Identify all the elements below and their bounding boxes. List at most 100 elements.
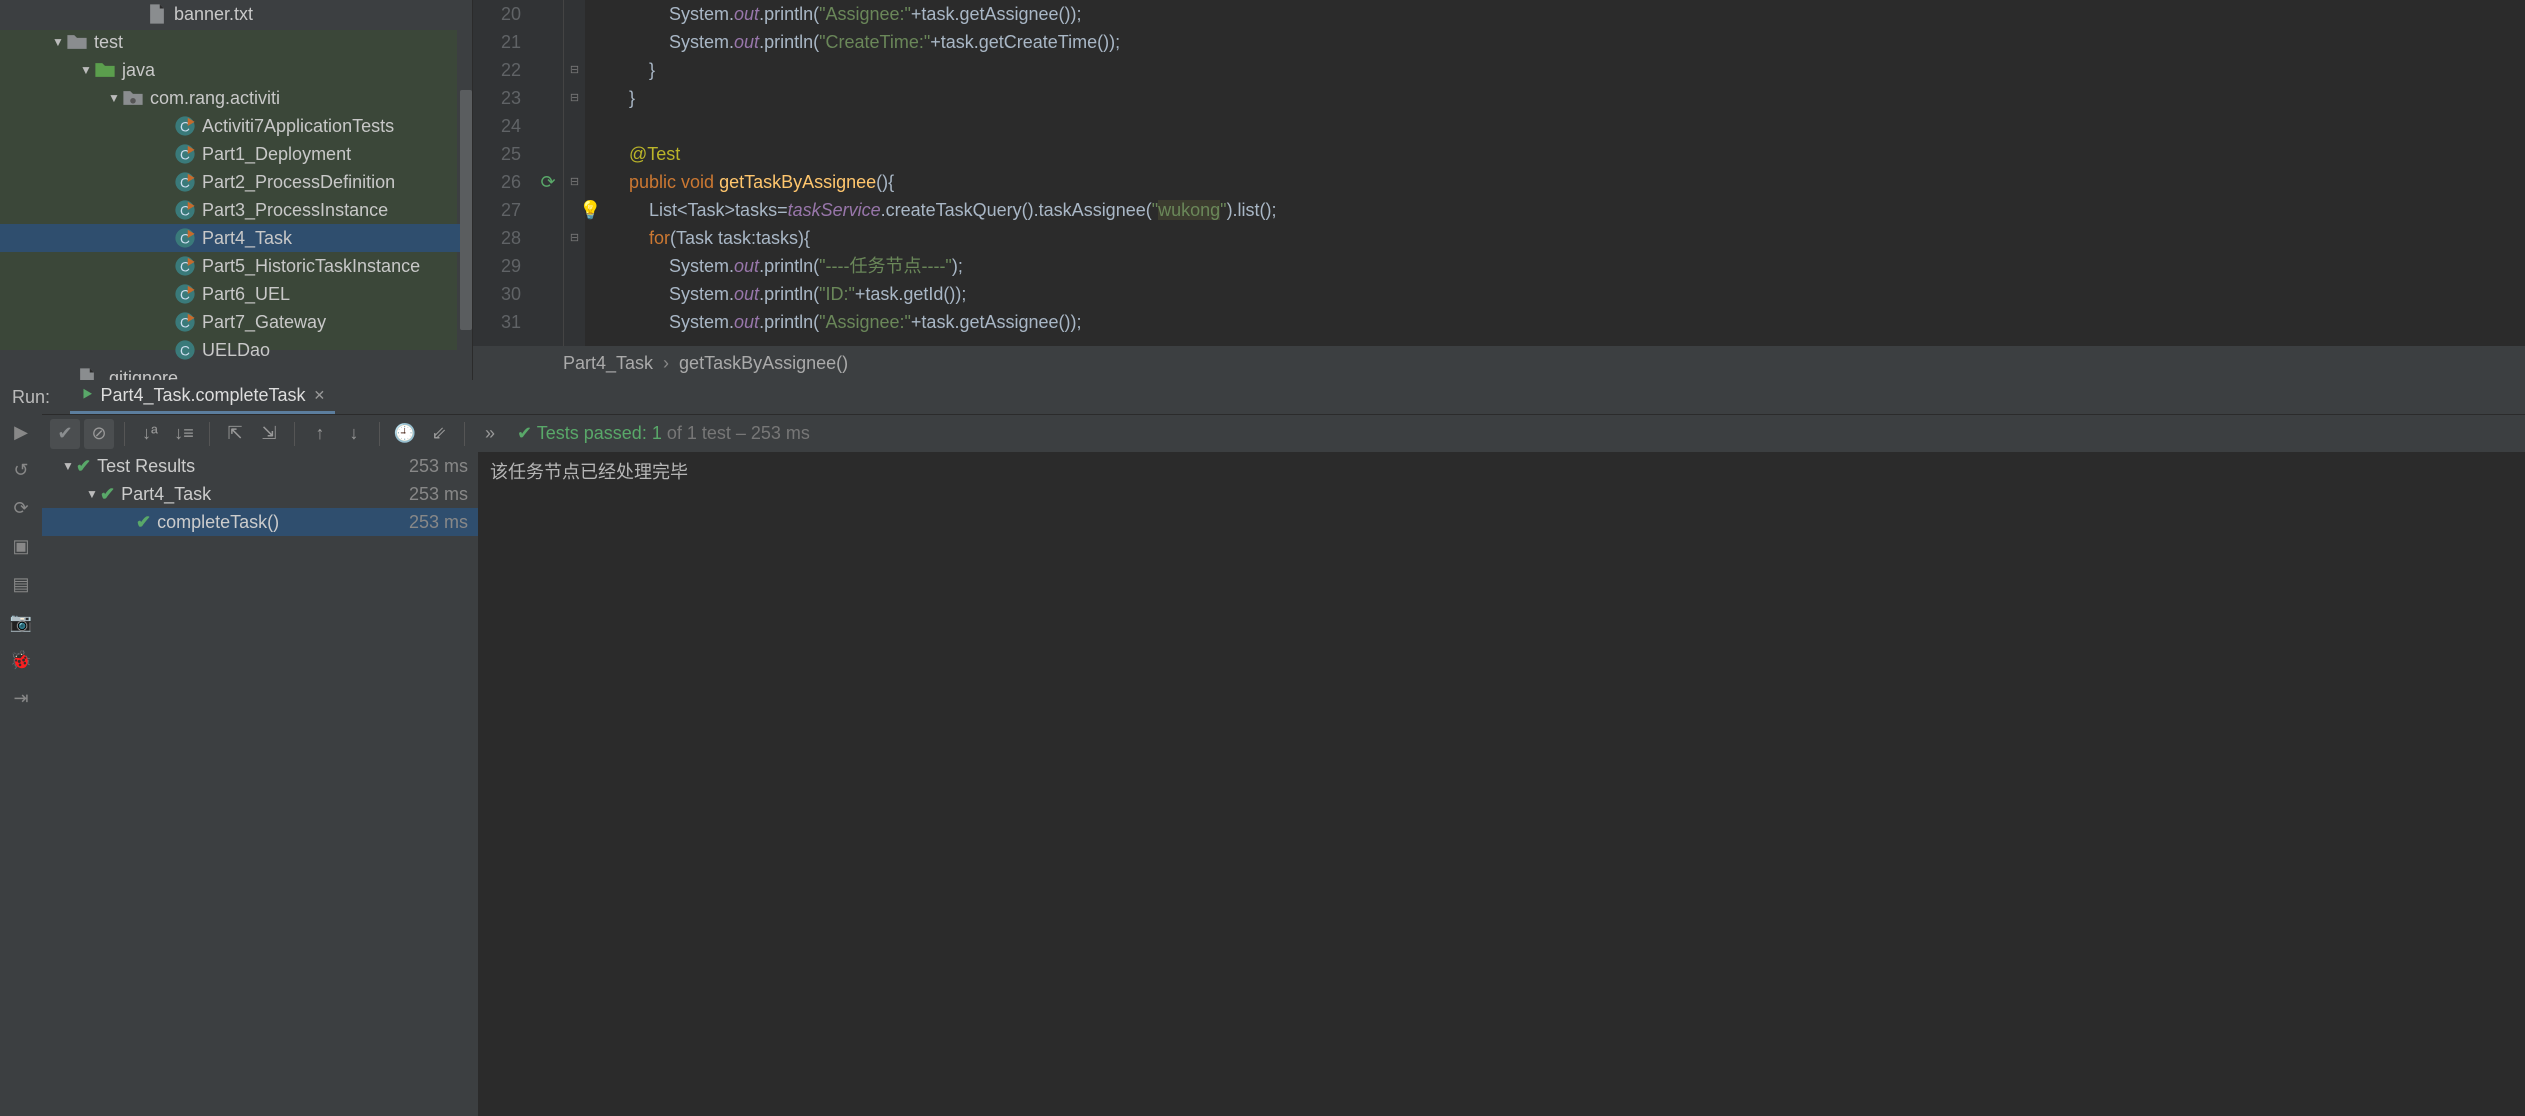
stop-button[interactable]: ▣ xyxy=(7,532,35,560)
breadcrumb-sep: › xyxy=(663,353,669,374)
code-line[interactable]: System.out.println("----任务节点----"); xyxy=(609,252,2525,280)
tree-item-part4-task[interactable]: CPart4_Task xyxy=(0,224,472,252)
expand-arrow-icon[interactable]: ▼ xyxy=(106,91,122,105)
gutter-icons[interactable]: ⟳ xyxy=(533,0,563,346)
tree-item-label: Part5_HistoricTaskInstance xyxy=(202,256,420,277)
class-icon: C xyxy=(174,283,196,305)
tree-item-part5-historictaskinstance[interactable]: CPart5_HistoricTaskInstance xyxy=(0,252,472,280)
expand-arrow-icon[interactable]: ▼ xyxy=(78,63,94,77)
class-icon: C xyxy=(174,143,196,165)
prev-test-button[interactable]: ↑ xyxy=(305,419,335,449)
breadcrumb[interactable]: Part4_Task › getTaskByAssignee() xyxy=(473,346,2525,380)
code-line[interactable]: System.out.println("Assignee:"+task.getA… xyxy=(609,308,2525,336)
code-line[interactable]: } xyxy=(609,56,2525,84)
tree-item-label: com.rang.activiti xyxy=(150,88,280,109)
code-line[interactable]: System.out.println("CreateTime:"+task.ge… xyxy=(609,28,2525,56)
code-line[interactable]: System.out.println("Assignee:"+task.getA… xyxy=(609,0,2525,28)
tree-item-part6-uel[interactable]: C Part6_UEL xyxy=(0,280,472,308)
fold-icon[interactable]: ⊟ xyxy=(570,56,579,84)
run-toolbar: ✔ ⊘ ↓ª ↓≡ ⇱ ⇲ ↑ ↓ 🕘 ⇙ » xyxy=(42,414,2525,452)
code-line[interactable] xyxy=(609,112,2525,140)
dump-button[interactable]: ▤ xyxy=(7,570,35,598)
code-lines[interactable]: System.out.println("Assignee:"+task.getA… xyxy=(585,0,2525,346)
bug-icon[interactable]: 🐞 xyxy=(7,646,35,674)
expand-arrow-icon[interactable]: ▼ xyxy=(84,487,100,501)
fold-icon[interactable]: ⊟ xyxy=(570,168,579,196)
test-node-time: 253 ms xyxy=(409,456,468,477)
divider xyxy=(124,422,125,446)
run-test-gutter-icon[interactable]: ⟳ xyxy=(540,168,555,196)
run-tab-icon: ⯈ xyxy=(80,385,94,406)
test-node-label: completeTask() xyxy=(157,512,409,533)
check-icon: ✔ xyxy=(136,512,151,533)
test-node-completetask-[interactable]: ✔ completeTask()253 ms xyxy=(42,508,478,536)
intention-bulb-icon[interactable]: 💡 xyxy=(579,196,601,224)
tree-item-banner-txt[interactable]: banner.txt xyxy=(0,0,472,28)
code-line[interactable]: @Test xyxy=(609,140,2525,168)
collapse-all-button[interactable]: ⇲ xyxy=(254,419,284,449)
exit-icon[interactable]: ⇥ xyxy=(7,684,35,712)
console-output[interactable]: 该任务节点已经处理完毕 xyxy=(478,452,2525,1116)
project-tree[interactable]: banner.txt▼test▼java▼com.rang.activitiCA… xyxy=(0,0,473,380)
show-passed-button[interactable]: ✔ xyxy=(50,419,80,449)
pkg-icon xyxy=(122,87,144,109)
next-test-button[interactable]: ↓ xyxy=(339,419,369,449)
tree-item-ueldao[interactable]: CUELDao xyxy=(0,336,472,364)
tree-item-part2-processdefinition[interactable]: CPart2_ProcessDefinition xyxy=(0,168,472,196)
rerun-button[interactable]: ▶ xyxy=(7,418,35,446)
folder-j-icon xyxy=(94,59,116,81)
tree-item--gitignore[interactable]: .gitignore xyxy=(0,364,472,380)
run-tab-title: Part4_Task.completeTask xyxy=(100,385,305,406)
tree-item-test[interactable]: ▼test xyxy=(0,28,472,56)
tree-item-java[interactable]: ▼java xyxy=(0,56,472,84)
breadcrumb-class[interactable]: Part4_Task xyxy=(563,353,653,374)
divider xyxy=(464,422,465,446)
tree-item-part3-processinstance[interactable]: CPart3_ProcessInstance xyxy=(0,196,472,224)
tree-item-part1-deployment[interactable]: CPart1_Deployment xyxy=(0,140,472,168)
import-test-button[interactable]: ⇙ xyxy=(424,419,454,449)
run-header: Run: ⯈ Part4_Task.completeTask ✕ xyxy=(0,380,2525,414)
tree-item-com-rang-activiti[interactable]: ▼ com.rang.activiti xyxy=(0,84,472,112)
file-icon xyxy=(76,367,98,380)
breadcrumb-method[interactable]: getTaskByAssignee() xyxy=(679,353,848,374)
more-button[interactable]: » xyxy=(475,419,505,449)
test-node-test-results[interactable]: ▼✔Test Results253 ms xyxy=(42,452,478,480)
code-line[interactable]: System.out.println("ID:"+task.getId()); xyxy=(609,280,2525,308)
tree-item-label: Activiti7ApplicationTests xyxy=(202,116,394,137)
scrollbar-thumb[interactable] xyxy=(460,90,472,330)
expand-arrow-icon[interactable]: ▼ xyxy=(50,35,66,49)
code-editor[interactable]: 202122232425262728293031 ⟳ ⊟⊟⊟⊟ System.o… xyxy=(473,0,2525,380)
run-label: Run: xyxy=(12,387,50,408)
show-ignored-button[interactable]: ⊘ xyxy=(84,419,114,449)
tree-item-activiti7applicationtests[interactable]: CActiviti7ApplicationTests xyxy=(0,112,472,140)
expand-arrow-icon[interactable]: ▼ xyxy=(60,459,76,473)
tree-item-label: Part6_UEL xyxy=(202,284,290,305)
code-line[interactable]: } xyxy=(609,84,2525,112)
close-icon[interactable]: ✕ xyxy=(314,387,326,404)
class-b-icon: C xyxy=(174,339,196,361)
test-node-label: Test Results xyxy=(97,456,409,477)
folder-icon xyxy=(66,31,88,53)
sort-time-button[interactable]: ↓≡ xyxy=(169,419,199,449)
fold-icon[interactable]: ⊟ xyxy=(570,84,579,112)
tree-item-label: .gitignore xyxy=(104,368,178,381)
fold-gutter[interactable]: ⊟⊟⊟⊟ xyxy=(563,0,585,346)
code-line[interactable]: public void getTaskByAssignee(){ xyxy=(609,168,2525,196)
run-tab[interactable]: ⯈ Part4_Task.completeTask ✕ xyxy=(70,380,335,414)
test-results-tree[interactable]: ▼✔Test Results253 ms▼✔Part4_Task253 ms ✔ c… xyxy=(42,452,478,1116)
expand-all-button[interactable]: ⇱ xyxy=(220,419,250,449)
camera-icon[interactable]: 📷 xyxy=(7,608,35,636)
file-icon xyxy=(146,3,168,25)
fold-icon[interactable]: ⊟ xyxy=(570,224,579,252)
toggle-test-button[interactable]: ⟳ xyxy=(7,494,35,522)
toggle-auto-test-button[interactable]: ↺ xyxy=(7,456,35,484)
sort-alpha-button[interactable]: ↓ª xyxy=(135,419,165,449)
code-line[interactable]: for(Task task:tasks){ xyxy=(609,224,2525,252)
tree-item-part7-gateway[interactable]: CPart7_Gateway xyxy=(0,308,472,336)
test-node-part4-task[interactable]: ▼✔Part4_Task253 ms xyxy=(42,480,478,508)
tree-item-label: banner.txt xyxy=(174,4,253,25)
test-node-time: 253 ms xyxy=(409,512,468,533)
svg-text:C: C xyxy=(180,344,190,359)
code-line[interactable]: 💡 List<Task>tasks=taskService.createTask… xyxy=(609,196,2525,224)
test-history-button[interactable]: 🕘 xyxy=(390,419,420,449)
